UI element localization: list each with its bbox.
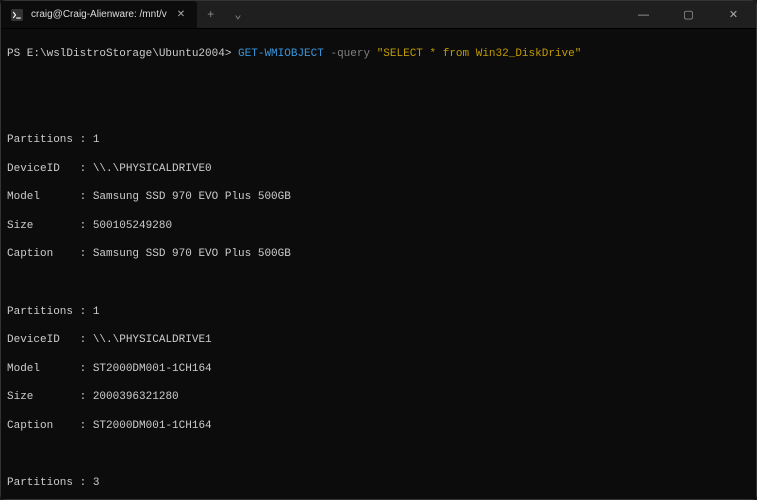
drive-row: Caption : Samsung SSD 970 EVO Plus 500GB — [7, 247, 750, 261]
cmd-get-wmiobject: GET-WMIOBJECT — [238, 48, 324, 60]
tab-close-button[interactable]: ✕ — [175, 7, 187, 22]
cmd-flag: -query — [330, 48, 370, 60]
close-button[interactable]: ✕ — [711, 1, 756, 28]
drive-row: DeviceID : \\.\PHYSICALDRIVE0 — [7, 162, 750, 176]
wsl-icon — [11, 9, 23, 21]
drive-row: Size : 2000396321280 — [7, 390, 750, 404]
tab-dropdown-button[interactable]: ⌄ — [224, 7, 251, 22]
tab-title: craig@Craig-Alienware: /mnt/v — [31, 9, 167, 20]
drive-row: DeviceID : \\.\PHYSICALDRIVE1 — [7, 333, 750, 347]
terminal-output[interactable]: PS E:\wslDistroStorage\Ubuntu2004> GET-W… — [1, 29, 756, 499]
drive-row: Partitions : 1 — [7, 133, 750, 147]
drive-row: Caption : ST2000DM001-1CH164 — [7, 419, 750, 433]
window-controls: — ▢ ✕ — [621, 1, 756, 28]
new-tab-button[interactable]: + — [197, 8, 224, 22]
maximize-button[interactable]: ▢ — [666, 1, 711, 28]
minimize-button[interactable]: — — [621, 1, 666, 28]
ps-prompt: PS E:\wslDistroStorage\Ubuntu2004> — [7, 48, 231, 60]
drive-row: Model : ST2000DM001-1CH164 — [7, 362, 750, 376]
drive-row: Partitions : 1 — [7, 305, 750, 319]
titlebar: craig@Craig-Alienware: /mnt/v ✕ + ⌄ — ▢ … — [1, 1, 756, 29]
tab-strip: craig@Craig-Alienware: /mnt/v ✕ + ⌄ — [1, 1, 252, 28]
tab-active[interactable]: craig@Craig-Alienware: /mnt/v ✕ — [1, 1, 197, 28]
drive-row: Size : 500105249280 — [7, 219, 750, 233]
drive-row: Partitions : 3 — [7, 476, 750, 490]
cmd-query-string: "SELECT * from Win32_DiskDrive" — [377, 48, 582, 60]
drive-row: Model : Samsung SSD 970 EVO Plus 500GB — [7, 190, 750, 204]
